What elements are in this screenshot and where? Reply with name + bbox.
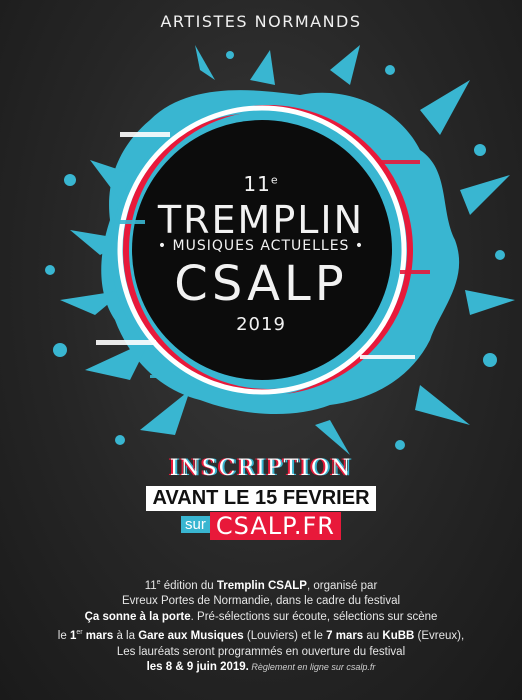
website-banner[interactable]: sur CSALP.FR xyxy=(0,512,522,540)
edition-number: 11e xyxy=(243,172,279,196)
year: 2019 xyxy=(236,314,286,335)
deadline-banner: AVANT LE 15 FEVRIER xyxy=(0,486,522,511)
desc-line-5: Les lauréats seront programmés en ouvert… xyxy=(116,645,406,658)
csalp-title: CSALP xyxy=(174,256,348,312)
musiques-actuelles-subtitle: • MUSIQUES ACTUELLES • xyxy=(157,238,365,254)
tagline: ARTISTES NORMANDS xyxy=(160,12,362,31)
tremplin-title: TREMPLIN xyxy=(157,198,365,242)
inscription-heading: INSCRIPTION xyxy=(169,456,353,481)
poster: ARTISTES NORMANDS 11e TREMPLIN • MUSIQUE… xyxy=(0,0,522,700)
desc-line-2: Evreux Portes de Normandie, dans le cadr… xyxy=(121,595,401,608)
desc-line-1: 11e édition du Tremplin CSALP, organisé … xyxy=(144,579,378,592)
website-url[interactable]: CSALP.FR xyxy=(209,512,341,540)
reglement-link[interactable]: Règlement en ligne sur csalp.fr xyxy=(249,662,375,672)
sur-label: sur xyxy=(181,515,210,533)
desc-line-4: le 1er mars à la Gare aux Musiques (Louv… xyxy=(57,629,465,643)
desc-line-3: Ça sonne à la porte. Pré-sélections sur … xyxy=(84,610,438,623)
deadline-text: AVANT LE 15 FEVRIER xyxy=(146,486,376,511)
description: 11e édition du Tremplin CSALP, organisé … xyxy=(10,575,512,676)
desc-line-6: les 8 & 9 juin 2019. Règlement en ligne … xyxy=(146,661,376,674)
